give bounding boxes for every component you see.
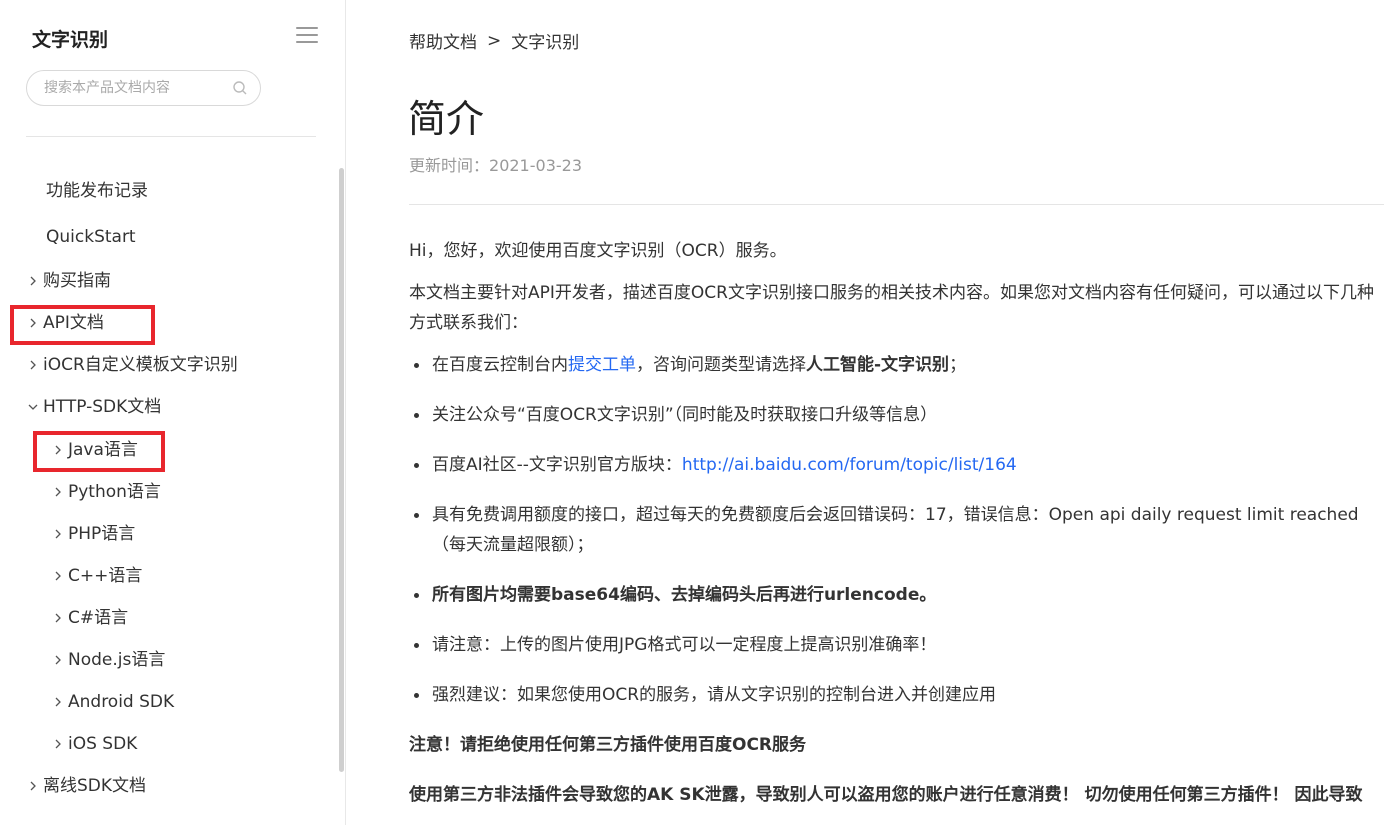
sidebar-title: 文字识别: [32, 29, 109, 51]
list-item: 强烈建议：如果您使用OCR的服务，请从文字识别的控制台进入并创建应用: [409, 680, 1379, 710]
update-label: 更新时间：: [409, 156, 490, 175]
page-title: 简介: [408, 97, 485, 141]
search-icon[interactable]: [232, 80, 248, 96]
sidebar-scrollbar[interactable]: [339, 168, 344, 772]
sidebar-item-label: C#语言: [68, 608, 129, 628]
sidebar-item-label: 购买指南: [43, 271, 111, 291]
breadcrumb: 帮助文档 > 文字识别: [409, 28, 579, 54]
sidebar-item-android[interactable]: Android SDK: [51, 688, 174, 716]
docs-page: 文字识别 功能发布记录 QuickStart 购买指南 API文档 iOCR自定…: [0, 0, 1390, 825]
breadcrumb-help-docs[interactable]: 帮助文档: [409, 28, 477, 53]
article-body: Hi，您好，欢迎使用百度文字识别（OCR）服务。 本文档主要针对API开发者，描…: [409, 236, 1379, 825]
sidebar-item-label: HTTP-SDK文档: [43, 397, 162, 417]
sidebar-item-label: Node.js语言: [68, 650, 166, 670]
sidebar-item-nodejs[interactable]: Node.js语言: [51, 646, 165, 674]
sidebar-divider: [26, 136, 316, 137]
sidebar-item-label: C++语言: [68, 566, 143, 586]
update-date: 2021-03-23: [489, 156, 582, 175]
search-box: [26, 70, 261, 106]
main-content: 帮助文档 > 文字识别 简介 更新时间：2021-03-23 Hi，您好，欢迎使…: [346, 0, 1390, 825]
chevron-right-icon: [51, 604, 66, 632]
chevron-right-icon: [51, 520, 66, 548]
sidebar-item-label: Android SDK: [68, 692, 175, 712]
sidebar-item-ios[interactable]: iOS SDK: [51, 730, 137, 758]
breadcrumb-separator: >: [487, 30, 502, 51]
chevron-right-icon: [26, 772, 41, 800]
list-item: 具有免费调用额度的接口，超过每天的免费额度后会返回错误码：17，错误信息：Ope…: [409, 500, 1379, 560]
menu-icon[interactable]: [296, 27, 318, 45]
list-item: 所有图片均需要base64编码、去掉编码头后再进行urlencode。: [409, 580, 1379, 610]
chevron-right-icon: [51, 562, 66, 590]
description-paragraph: 本文档主要针对API开发者，描述百度OCR文字识别接口服务的相关技术内容。如果您…: [409, 283, 1374, 333]
sidebar-item-label: Python语言: [68, 482, 161, 502]
warning-detail: 使用第三方非法插件会导致您的AK SK泄露，导致别人可以盗用您的账户进行任意消费…: [409, 785, 1363, 805]
contact-list: 在百度云控制台内提交工单，咨询问题类型请选择人工智能-文字识别； 关注公众号“百…: [409, 350, 1379, 710]
list-item: 请注意：上传的图片使用JPG格式可以一定程度上提高识别准确率！: [409, 630, 1379, 660]
sidebar-item-cpp[interactable]: C++语言: [51, 562, 142, 590]
sidebar-item-label: PHP语言: [68, 524, 136, 544]
intro-paragraph: Hi，您好，欢迎使用百度文字识别（OCR）服务。: [409, 241, 787, 261]
search-input[interactable]: [44, 78, 224, 98]
sidebar-item-label: 功能发布记录: [46, 181, 148, 201]
submit-ticket-link[interactable]: 提交工单: [568, 355, 636, 375]
highlight-box-java: [33, 431, 165, 472]
sidebar: 文字识别 功能发布记录 QuickStart 购买指南 API文档 iOCR自定…: [0, 0, 346, 825]
sidebar-item-php[interactable]: PHP语言: [51, 520, 135, 548]
sidebar-item-label: QuickStart: [46, 227, 136, 247]
sidebar-item-iocr[interactable]: iOCR自定义模板文字识别: [26, 351, 238, 379]
forum-link[interactable]: http://ai.baidu.com/forum/topic/list/164: [682, 455, 1017, 475]
chevron-right-icon: [51, 478, 66, 506]
title-divider: [409, 204, 1384, 205]
list-item: 百度AI社区--文字识别官方版块：http://ai.baidu.com/for…: [409, 450, 1379, 480]
sidebar-item-offline-sdk[interactable]: 离线SDK文档: [26, 772, 146, 800]
chevron-right-icon: [51, 688, 66, 716]
chevron-down-icon: [26, 393, 41, 421]
sidebar-item-label: iOCR自定义模板文字识别: [43, 355, 238, 375]
highlight-box-api-docs: [10, 305, 155, 345]
warning-note: 注意！请拒绝使用任何第三方插件使用百度OCR服务: [409, 735, 807, 755]
chevron-right-icon: [51, 646, 66, 674]
sidebar-item-label: 离线SDK文档: [43, 776, 147, 796]
sidebar-item-purchase-guide[interactable]: 购买指南: [26, 267, 111, 295]
sidebar-item-release-notes[interactable]: 功能发布记录: [46, 177, 148, 205]
sidebar-item-label: iOS SDK: [68, 734, 138, 754]
sidebar-item-python[interactable]: Python语言: [51, 478, 161, 506]
list-item: 在百度云控制台内提交工单，咨询问题类型请选择人工智能-文字识别；: [409, 350, 1379, 380]
list-item: 关注公众号“百度OCR文字识别”（同时能及时获取接口升级等信息）: [409, 400, 1379, 430]
chevron-right-icon: [26, 351, 41, 379]
sidebar-item-csharp[interactable]: C#语言: [51, 604, 128, 632]
chevron-right-icon: [51, 730, 66, 758]
sidebar-item-quickstart[interactable]: QuickStart: [46, 223, 136, 251]
chevron-right-icon: [26, 267, 41, 295]
breadcrumb-ocr[interactable]: 文字识别: [511, 28, 579, 53]
update-time: 更新时间：2021-03-23: [409, 152, 582, 176]
sidebar-item-http-sdk[interactable]: HTTP-SDK文档: [26, 393, 161, 421]
